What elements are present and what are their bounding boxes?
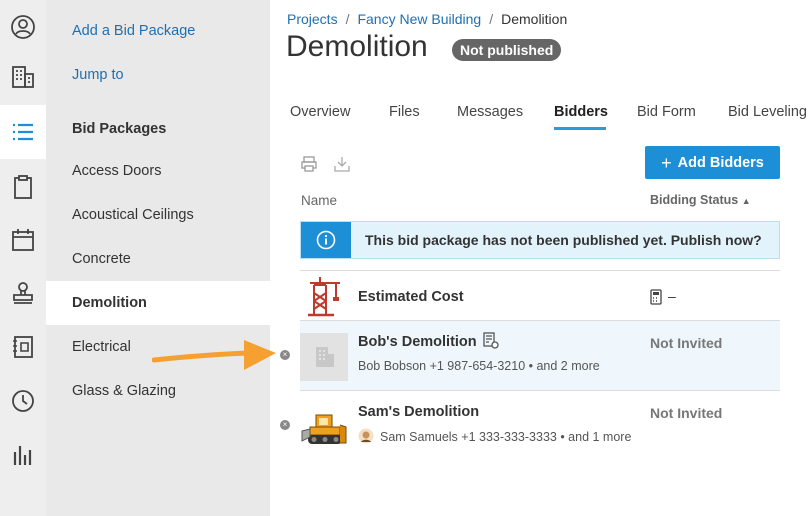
column-header-status[interactable]: Bidding Status ▲ (650, 193, 751, 207)
crane-icon (308, 277, 340, 317)
column-header-name[interactable]: Name (301, 193, 337, 208)
sort-up-icon: ▲ (741, 196, 751, 206)
bidder-logo-placeholder (300, 333, 348, 381)
bid-document-icon[interactable] (483, 332, 499, 350)
stamp-icon (13, 282, 33, 304)
bidder-status: Not Invited (650, 335, 723, 351)
bid-packages-heading: Bid Packages (72, 121, 167, 137)
remove-bidder-icon[interactable]: × (280, 420, 290, 430)
bulldozer-icon (301, 414, 347, 444)
column-header-status-label: Bidding Status (650, 193, 739, 207)
rail-notebook[interactable] (0, 320, 46, 374)
building-placeholder-icon (316, 347, 334, 367)
plus-icon: + (661, 152, 672, 173)
banner-info-box (301, 222, 351, 258)
breadcrumb-project[interactable]: Fancy New Building (357, 11, 481, 27)
main-panel: Projects / Fancy New Building / Demolition D… (270, 0, 811, 516)
estimated-cost-value: – (668, 288, 676, 304)
icon-rail (0, 0, 46, 516)
tab-overview[interactable]: Overview (290, 104, 350, 120)
rail-clock[interactable] (0, 374, 46, 428)
bar-chart-icon (13, 446, 32, 465)
rail-calendar[interactable] (0, 213, 46, 267)
bidder-contact: Sam Samuels +1 333-333-3333 • and 1 more (380, 430, 632, 444)
estimated-cost-row: Estimated Cost – (300, 270, 780, 321)
tab-bidders[interactable]: Bidders (554, 104, 608, 120)
tab-messages[interactable]: Messages (457, 104, 523, 120)
bidder-contact: Bob Bobson +1 987-654-3210 • and 2 more (358, 359, 600, 373)
rail-list[interactable] (0, 105, 46, 159)
tab-bar: Overview Files Messages Bidders Bid Form… (270, 100, 811, 130)
building-icon (12, 66, 34, 88)
add-bidders-button[interactable]: + Add Bidders (645, 146, 780, 179)
list-icon (13, 123, 33, 141)
download-icon[interactable] (333, 155, 351, 173)
breadcrumb-current: Demolition (501, 11, 568, 27)
add-bidders-label: Add Bidders (677, 154, 764, 171)
rail-user[interactable] (0, 0, 46, 54)
banner-text: This bid package has not been published … (365, 232, 762, 248)
rail-building[interactable] (0, 50, 46, 104)
user-icon (11, 15, 35, 39)
contact-avatar-icon (358, 428, 374, 444)
notebook-icon (13, 336, 33, 358)
active-tab-indicator (554, 127, 606, 130)
rail-stamp[interactable] (0, 266, 46, 320)
rail-reports[interactable] (0, 428, 46, 482)
print-icon[interactable] (300, 155, 318, 173)
tab-files[interactable]: Files (389, 104, 420, 120)
breadcrumb: Projects / Fancy New Building / Demolition (287, 11, 567, 27)
bidder-status: Not Invited (650, 405, 723, 421)
page-title: Demolition (286, 30, 428, 63)
bidder-name[interactable]: Bob's Demolition (358, 334, 477, 350)
jump-to-link[interactable]: Jump to (72, 67, 124, 83)
publish-banner[interactable]: This bid package has not been published … (300, 221, 780, 259)
status-badge: Not published (452, 39, 562, 61)
annotation-arrow-icon (152, 340, 276, 370)
breadcrumb-separator: / (345, 11, 350, 27)
calendar-icon (12, 229, 34, 251)
sidebar-item-concrete[interactable]: Concrete (46, 237, 270, 281)
bidder-name[interactable]: Sam's Demolition (358, 404, 479, 420)
sidebar: Add a Bid Package Jump to Bid Packages A… (46, 0, 270, 516)
clipboard-icon (14, 175, 32, 199)
estimated-cost-label: Estimated Cost (358, 289, 464, 305)
clock-icon (12, 390, 34, 412)
breadcrumb-projects[interactable]: Projects (287, 11, 338, 27)
info-icon (316, 230, 336, 250)
calculator-icon[interactable] (650, 289, 662, 305)
sidebar-item-access-doors[interactable]: Access Doors (46, 149, 270, 193)
tab-bid-form[interactable]: Bid Form (637, 104, 696, 120)
breadcrumb-separator: / (489, 11, 494, 27)
bidder-row-bobs-demolition[interactable]: Bob's Demolition Bob Bobson +1 987-654-3… (300, 320, 780, 390)
rail-clipboard[interactable] (0, 160, 46, 214)
add-bid-package-link[interactable]: Add a Bid Package (72, 23, 195, 39)
sidebar-item-demolition[interactable]: Demolition (46, 281, 270, 325)
sidebar-item-acoustical-ceilings[interactable]: Acoustical Ceilings (46, 193, 270, 237)
tab-bid-leveling[interactable]: Bid Leveling (728, 104, 807, 120)
bidder-row-sams-demolition[interactable]: Sam's Demolition Sam Samuels +1 333-333-… (300, 390, 780, 462)
